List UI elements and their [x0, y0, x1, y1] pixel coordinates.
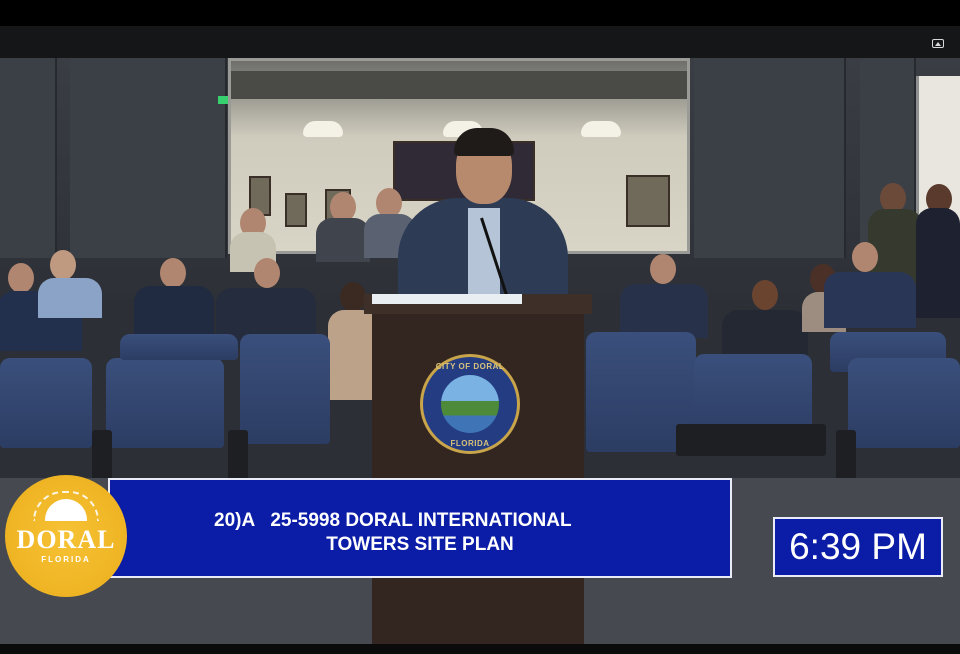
player-control-bar — [0, 26, 960, 58]
agenda-item-line-2: TOWERS SITE PLAN — [326, 534, 514, 555]
agenda-item-banner: 20)A 25-5998 DORAL INTERNATIONAL TOWERS … — [108, 478, 732, 578]
papers — [372, 294, 522, 304]
auditorium-seat — [120, 334, 238, 360]
speaker-hair — [454, 128, 514, 156]
podium — [372, 296, 584, 644]
logo-subtitle: FLORIDA — [41, 555, 91, 564]
agenda-item-line-1: 20)A 25-5998 DORAL INTERNATIONAL — [214, 510, 572, 531]
picture-in-picture-icon[interactable] — [932, 39, 944, 48]
wall-panel — [0, 58, 57, 258]
desk-surface — [676, 424, 826, 456]
window-top-bar — [0, 0, 960, 26]
framed-picture — [626, 175, 670, 227]
wall-panel — [70, 58, 227, 258]
player-bottom-bar — [0, 644, 960, 654]
ceiling-lamp — [303, 121, 343, 137]
seal-bottom-text: FLORIDA — [450, 439, 490, 448]
auditorium-seat — [240, 334, 330, 444]
ceiling-lamp — [581, 121, 621, 137]
logo-name: DORAL — [16, 525, 116, 554]
city-seal: CITY OF DORAL FLORIDA — [420, 354, 520, 454]
window-beam — [231, 71, 687, 99]
framed-picture — [285, 193, 307, 227]
seal-landscape — [441, 375, 499, 433]
auditorium-seat — [106, 358, 224, 448]
wall-panel — [694, 58, 846, 258]
seal-top-text: CITY OF DORAL — [435, 362, 505, 371]
auditorium-seat — [0, 358, 92, 448]
auditorium-seat — [848, 358, 960, 448]
video-player[interactable]: CITY OF DORAL FLORIDA DORAL FLORIDA 20)A… — [0, 0, 960, 654]
time-display: 6:39 PM — [773, 517, 943, 577]
doral-logo: DORAL FLORIDA — [5, 475, 127, 597]
